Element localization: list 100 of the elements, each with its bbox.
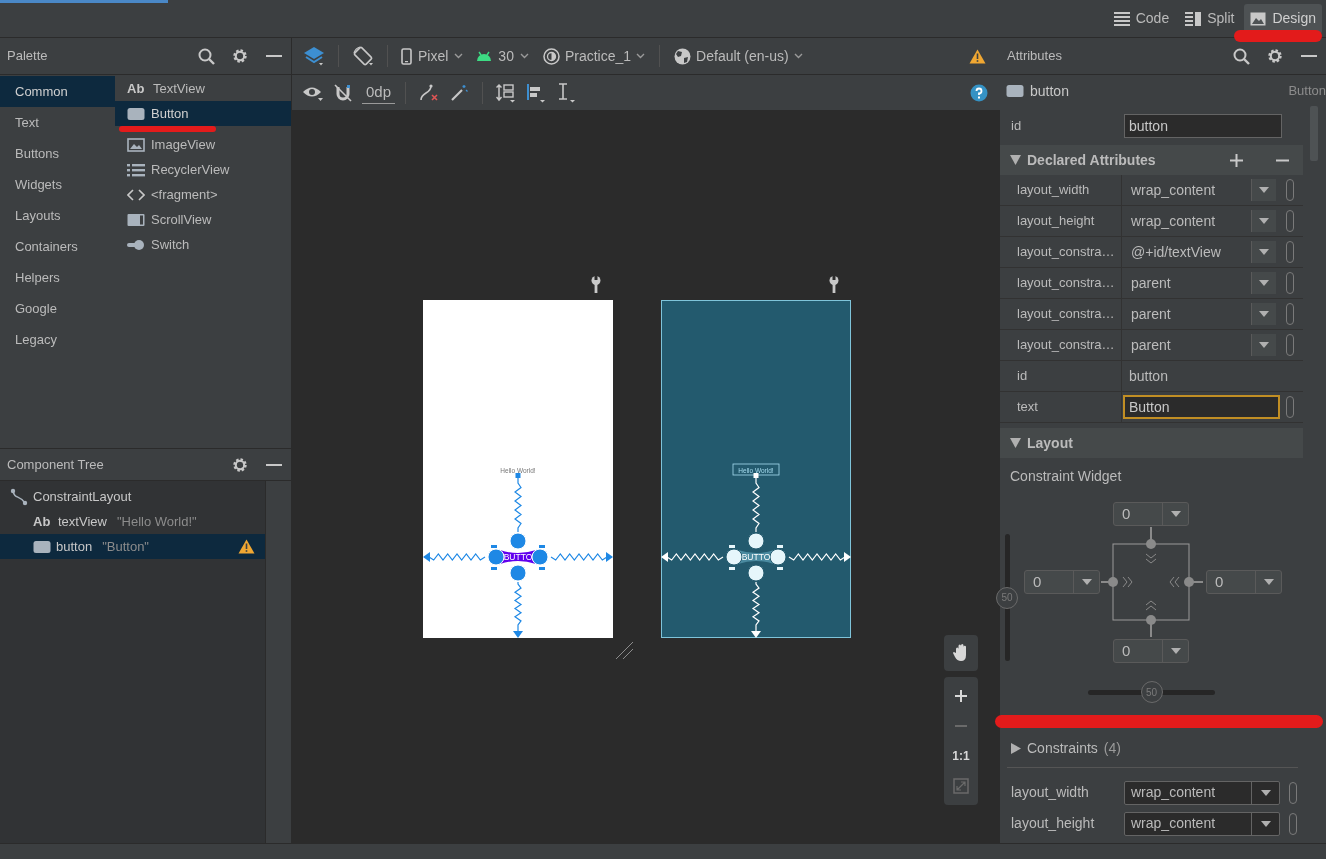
text-input-field[interactable]: button (1124, 114, 1282, 138)
caret-icon (1259, 311, 1269, 317)
caret-icon (1259, 280, 1269, 286)
palette-item[interactable]: <fragment> (115, 182, 291, 207)
default-margin-button[interactable]: 0dp (362, 81, 396, 104)
dropdown-button[interactable] (1251, 210, 1276, 232)
resize-handle-icon (614, 640, 634, 660)
dropdown-button[interactable] (1251, 334, 1276, 356)
palette-item-label: <fragment> (151, 185, 218, 204)
attribute-name: layout_height (1010, 814, 1096, 833)
pack-icon (496, 82, 517, 103)
caret-icon (1170, 648, 1181, 654)
view-mode-tab[interactable]: Design (1244, 3, 1322, 34)
section-header[interactable]: Layout (1000, 428, 1303, 458)
align-left-icon (526, 82, 547, 103)
value-combo-box[interactable]: wrap_content (1124, 780, 1280, 805)
api-level-dropdown[interactable]: 30 (470, 43, 535, 69)
palette-category[interactable]: Google (0, 293, 115, 324)
palette-category[interactable]: Text (0, 107, 115, 138)
minimize-icon (266, 55, 282, 57)
gear-icon (232, 48, 248, 64)
palette-item[interactable]: RecyclerView (115, 157, 291, 182)
attribute-name: layout_width (1000, 175, 1122, 205)
magnet-off-icon (334, 83, 352, 102)
palette-category[interactable]: Containers (0, 231, 115, 262)
attribute-name: id (1010, 117, 1023, 136)
search-icon (1232, 47, 1250, 65)
attribute-name: layout_constra… (1000, 330, 1122, 360)
margin-dropdown[interactable]: 0 (1206, 570, 1282, 594)
palette-category[interactable]: Helpers (0, 262, 115, 293)
palette-category[interactable]: Widgets (0, 169, 115, 200)
dropdown-button[interactable] (1251, 303, 1276, 325)
actual-size-button[interactable]: 1:1 (952, 743, 970, 769)
caret-icon (1259, 342, 1269, 348)
selected-button-widget[interactable] (487, 532, 549, 582)
button-label: BUTTO (503, 552, 533, 562)
margin-dropdown[interactable]: 0 (1113, 502, 1189, 526)
component-name: button (1030, 81, 1070, 101)
caret-icon (1081, 579, 1092, 585)
theme-dropdown[interactable]: Practice_1 (538, 43, 650, 69)
constraint-spring (550, 552, 613, 562)
attribute-value[interactable]: parent (1122, 272, 1251, 294)
attribute-name: layout_constra… (1000, 268, 1122, 298)
attribute-value[interactable]: parent (1122, 334, 1251, 356)
view-mode-tab[interactable]: Code (1107, 3, 1176, 34)
palette-item-label: Button (151, 104, 189, 123)
attribute-value[interactable]: @+id/textView (1122, 241, 1251, 263)
device-dropdown[interactable]: Pixel (398, 43, 467, 69)
palette-category[interactable]: Legacy (0, 324, 115, 355)
palette-item[interactable]: ScrollView (115, 207, 291, 232)
attribute-name: layout_width (1010, 783, 1090, 802)
palette-item-label: RecyclerView (151, 160, 230, 179)
section-header[interactable]: Constraints (4) (1000, 736, 1303, 760)
palette-item-label: TextView (153, 79, 205, 98)
constraint-spring (514, 473, 522, 533)
caret-icon (519, 53, 529, 59)
collapsed-triangle-icon (1011, 742, 1021, 754)
view-mode-tab[interactable]: Split (1179, 3, 1241, 34)
palette-category[interactable]: Layouts (0, 200, 115, 231)
attribute-value[interactable]: wrap_content (1122, 179, 1251, 201)
magic-wand-icon (450, 83, 469, 102)
tree-item[interactable]: button "Button" (0, 534, 265, 559)
warning-icon (238, 539, 255, 554)
button-widget-icon (1006, 84, 1024, 98)
dropdown-button[interactable] (1251, 241, 1276, 263)
panel-title: Palette (7, 47, 49, 66)
caret-icon (1260, 789, 1271, 796)
palette-item[interactable]: ImageView (115, 132, 291, 157)
panel-title: Component Tree (7, 455, 105, 474)
section-title: Constraints (1027, 738, 1098, 758)
margin-dropdown[interactable]: 0 (1113, 639, 1189, 663)
palette-item[interactable]: Ab TextView (115, 76, 291, 101)
selected-button-widget[interactable] (725, 532, 787, 582)
attribute-value[interactable]: wrap_content (1122, 210, 1251, 232)
locale-dropdown[interactable]: Default (en-us) (670, 43, 807, 69)
palette-item[interactable]: Button (115, 101, 291, 126)
text-widget-icon: Ab (33, 511, 53, 532)
attribute-value[interactable]: parent (1122, 303, 1251, 325)
panel-title: Attributes (1007, 47, 1063, 66)
expanded-triangle-icon (1010, 155, 1021, 165)
section-header[interactable]: Declared Attributes (1000, 145, 1303, 175)
value-combo-box[interactable]: wrap_content (1124, 811, 1280, 836)
tree-item[interactable]: ConstraintLayout (0, 484, 265, 509)
blueprint-surface[interactable] (661, 300, 851, 638)
gear-icon (232, 456, 248, 473)
tree-item[interactable]: Ab textView "Hello World!" (0, 509, 265, 534)
margin-dropdown[interactable]: 0 (1024, 570, 1100, 594)
palette-item[interactable]: Switch (115, 232, 291, 257)
palette-category[interactable]: Buttons (0, 138, 115, 169)
search-icon (197, 47, 215, 65)
attribute-name: layout_height (1000, 206, 1122, 236)
palette-category[interactable]: Common (0, 76, 115, 107)
constraint-spring (423, 552, 486, 562)
text-input-field[interactable]: Button (1123, 395, 1281, 419)
attribute-value[interactable]: button (1122, 365, 1294, 387)
dropdown-button[interactable] (1251, 272, 1276, 294)
plus-icon (955, 690, 967, 702)
text-view-outline (732, 463, 780, 476)
button-widget-icon (127, 106, 145, 121)
dropdown-button[interactable] (1251, 179, 1276, 201)
